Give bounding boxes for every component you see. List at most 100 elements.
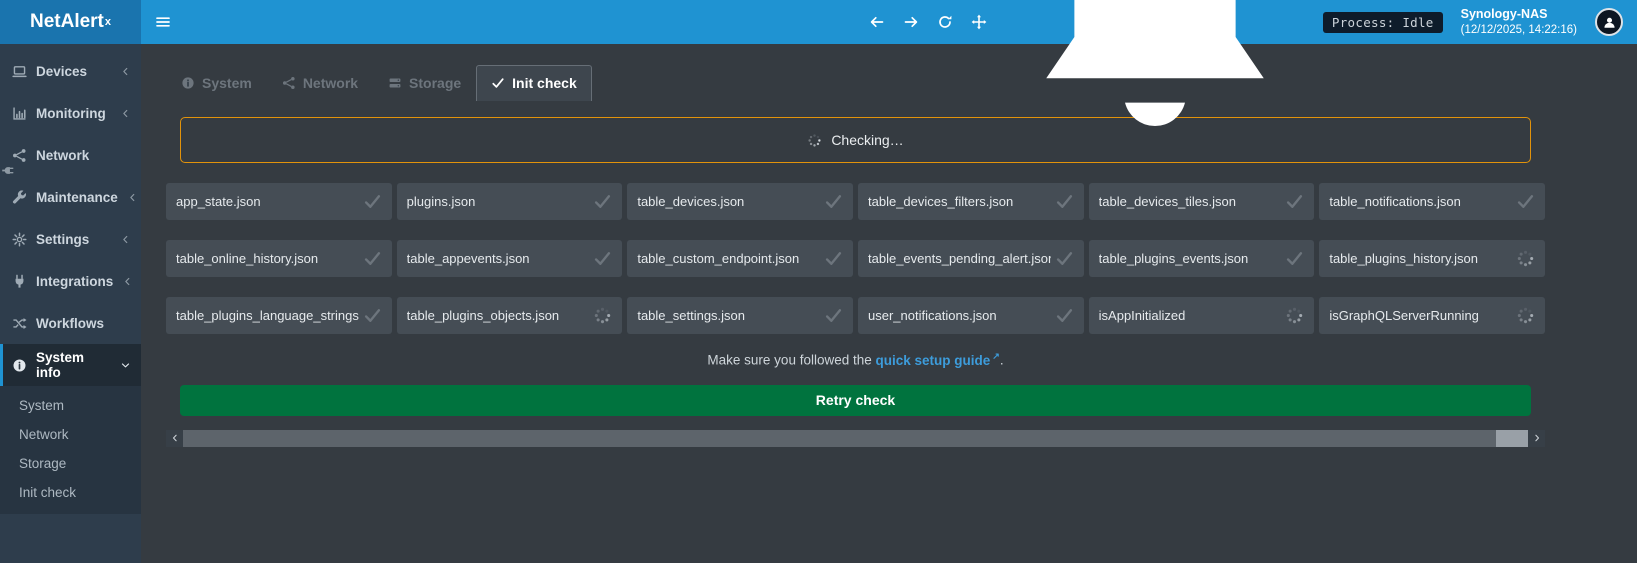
- submenu-item-system[interactable]: System: [0, 391, 141, 420]
- check-icon: [363, 192, 382, 211]
- tab-init-check[interactable]: Init check: [476, 65, 592, 101]
- tab-bar: SystemNetworkStorage Init check: [166, 65, 1545, 101]
- submenu-item-init-check[interactable]: Init check: [0, 478, 141, 507]
- info-circle-icon: [12, 358, 27, 373]
- check-card-isgraphqlserverrunning: isGraphQLServerRunning: [1319, 297, 1545, 334]
- spinner-icon: [593, 306, 612, 325]
- sidebar-item-monitoring[interactable]: Monitoring: [0, 92, 141, 134]
- sidebar-item-label: Integrations: [36, 274, 113, 289]
- check-icon: [1516, 192, 1535, 211]
- app-logo[interactable]: NetAlertx: [0, 0, 141, 44]
- init-check-grid: app_state.json plugins.json table_devices.…: [166, 183, 1545, 334]
- storage-icon: [388, 76, 402, 90]
- sidebar-item-system-info[interactable]: System info: [0, 344, 141, 386]
- scrollbar-track[interactable]: [183, 430, 1528, 447]
- check-card-table-appevents-json: table_appevents.json: [397, 240, 623, 277]
- gear-icon: [12, 232, 27, 247]
- sidebar-item-network[interactable]: Network: [0, 134, 141, 176]
- header-bar: 2 Process: Idle Synology-NAS (12/12/2025…: [141, 0, 1637, 44]
- notifications-button[interactable]: 2: [1005, 0, 1305, 172]
- sidebar-item-devices[interactable]: Devices: [0, 50, 141, 92]
- brand-sup: x: [105, 16, 111, 28]
- user-avatar[interactable]: [1595, 8, 1623, 36]
- check-card-app-state-json: app_state.json: [166, 183, 392, 220]
- check-card-table-custom-endpoint-json: table_custom_endpoint.json: [627, 240, 853, 277]
- check-name: table_devices_tiles.json: [1099, 194, 1236, 209]
- check-card-table-plugins-language-strings-json: table_plugins_language_strings.json: [166, 297, 392, 334]
- check-card-table-devices-json: table_devices.json: [627, 183, 853, 220]
- horizontal-scrollbar[interactable]: [166, 430, 1545, 447]
- check-icon: [1285, 249, 1304, 268]
- check-name: table_appevents.json: [407, 251, 530, 266]
- check-name: table_settings.json: [637, 308, 745, 323]
- check-card-table-settings-json: table_settings.json: [627, 297, 853, 334]
- scroll-right-button[interactable]: [1528, 430, 1545, 447]
- check-name: app_state.json: [176, 194, 261, 209]
- spinner-icon: [807, 133, 822, 148]
- chevron-left-icon: [120, 108, 131, 119]
- check-card-table-plugins-history-json: table_plugins_history.json: [1319, 240, 1545, 277]
- tab-system[interactable]: System: [166, 65, 267, 101]
- sidebar-item-label: Settings: [36, 232, 89, 247]
- sidebar-item-label: Devices: [36, 64, 87, 79]
- sidebar-item-label: System info: [36, 350, 111, 380]
- nav-back-icon[interactable]: [869, 14, 885, 30]
- check-name: table_devices_filters.json: [868, 194, 1013, 209]
- check-icon: [593, 249, 612, 268]
- submenu-item-storage[interactable]: Storage: [0, 449, 141, 478]
- nav-forward-icon[interactable]: [903, 14, 919, 30]
- scroll-left-button[interactable]: [166, 430, 183, 447]
- info-circle-icon: [181, 76, 195, 90]
- check-name: isAppInitialized: [1099, 308, 1186, 323]
- check-icon: [1055, 192, 1074, 211]
- host-name: Synology-NAS: [1461, 6, 1577, 22]
- check-icon: [824, 249, 843, 268]
- retry-check-button[interactable]: Retry check: [180, 385, 1531, 416]
- top-header: NetAlertx 2 Process: Idle Synology-NAS (…: [0, 0, 1637, 44]
- sidebar-item-label: Network: [36, 148, 89, 163]
- check-icon: [363, 249, 382, 268]
- check-icon: [491, 76, 505, 90]
- check-card-table-events-pending-alert-json: table_events_pending_alert.json: [858, 240, 1084, 277]
- setup-note-suffix: .: [1000, 353, 1004, 368]
- arrows-move-icon[interactable]: [971, 14, 987, 30]
- check-name: table_plugins_objects.json: [407, 308, 560, 323]
- tab-storage[interactable]: Storage: [373, 65, 476, 101]
- quick-setup-guide-link[interactable]: quick setup guide↗: [876, 353, 1000, 368]
- sidebar-submenu: SystemNetworkStorageInit check: [0, 386, 141, 514]
- check-name: table_events_pending_alert.json: [868, 251, 1051, 266]
- spinner-icon: [1285, 306, 1304, 325]
- tab-network[interactable]: Network: [267, 65, 373, 101]
- check-icon: [1055, 249, 1074, 268]
- checking-text: Checking…: [831, 132, 903, 148]
- bell-icon: [1005, 0, 1305, 172]
- sidebar-item-integrations[interactable]: Integrations: [0, 260, 141, 302]
- external-link-icon: ↗: [992, 351, 1000, 361]
- check-card-table-notifications-json: table_notifications.json: [1319, 183, 1545, 220]
- checking-status-box: Checking…: [180, 117, 1531, 163]
- check-card-isappinitialized: isAppInitialized: [1089, 297, 1315, 334]
- chevron-left-icon: [127, 192, 138, 203]
- scrollbar-thumb[interactable]: [183, 430, 1496, 447]
- process-status-badge: Process: Idle: [1323, 12, 1443, 33]
- check-icon: [363, 306, 382, 325]
- sidebar-item-label: Maintenance: [36, 190, 118, 205]
- menu-icon[interactable]: [155, 14, 171, 30]
- check-name: table_notifications.json: [1329, 194, 1461, 209]
- host-info: Synology-NAS (12/12/2025, 14:22:16): [1461, 6, 1577, 37]
- check-name: user_notifications.json: [868, 308, 997, 323]
- check-name: plugins.json: [407, 194, 476, 209]
- main-content: SystemNetworkStorage Init check Checking……: [141, 44, 1637, 563]
- sidebar-item-settings[interactable]: Settings: [0, 218, 141, 260]
- plug-icon: [12, 274, 27, 289]
- spinner-icon: [1516, 249, 1535, 268]
- setup-note: Make sure you followed the quick setup g…: [166, 351, 1545, 368]
- sidebar-item-maintenance[interactable]: Maintenance: [0, 176, 141, 218]
- tab-label: Init check: [512, 75, 577, 91]
- check-name: table_plugins_language_strings.json: [176, 308, 359, 323]
- submenu-item-network[interactable]: Network: [0, 420, 141, 449]
- refresh-icon[interactable]: [937, 14, 953, 30]
- sidebar-item-workflows[interactable]: Workflows: [0, 302, 141, 344]
- shuffle-icon: [12, 316, 27, 331]
- chevron-left-icon: [120, 234, 131, 245]
